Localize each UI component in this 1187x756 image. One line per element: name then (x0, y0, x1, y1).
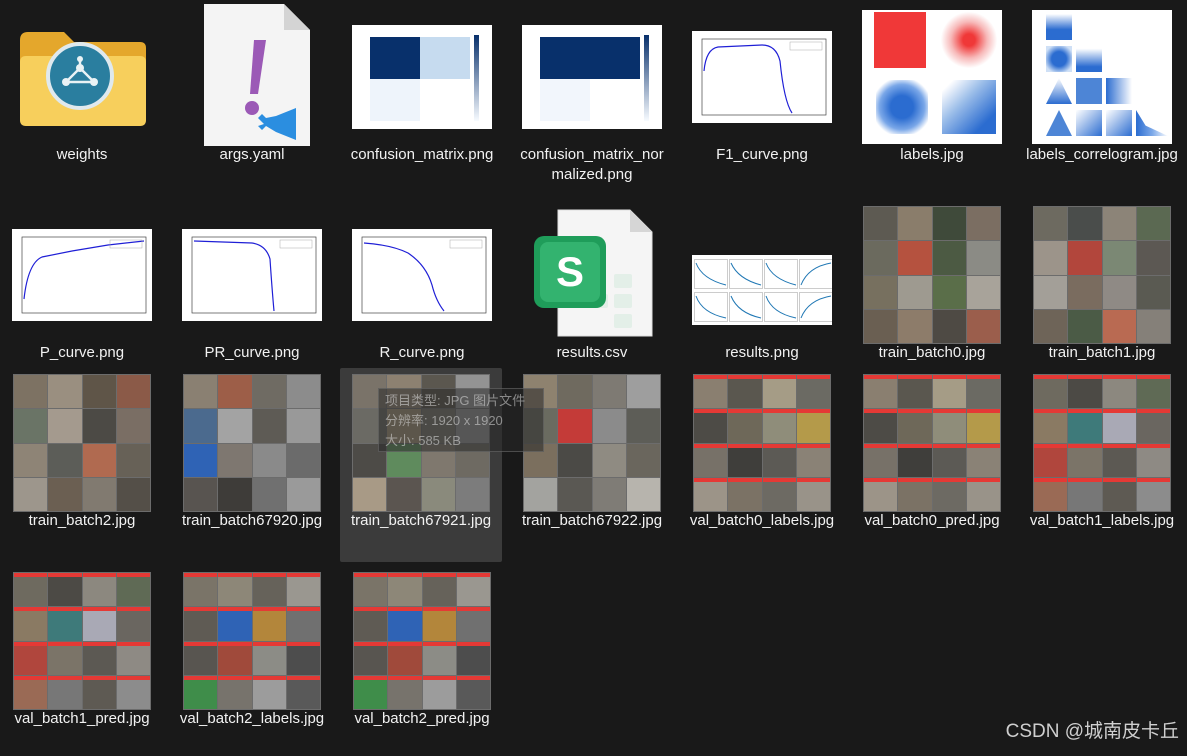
file-item-labels[interactable]: labels.jpg (854, 2, 1010, 192)
file-item-confusion-matrix[interactable]: confusion_matrix.png (344, 2, 500, 192)
watermark: CSDN @城南皮卡丘 (1005, 721, 1179, 742)
val-batch2-pred-thumbnail (344, 566, 500, 716)
file-item-r-curve[interactable]: R_curve.png (344, 200, 500, 390)
file-name: results.csv (556, 344, 628, 361)
spreadsheet-file-icon: S (514, 200, 670, 350)
file-item-val-batch1-pred[interactable]: val_batch1_pred.jpg (4, 566, 160, 756)
f1-curve-thumbnail (684, 2, 840, 152)
file-name: labels_correlogram.jpg (1026, 146, 1178, 163)
file-item-results-csv[interactable]: S results.csv (514, 200, 670, 390)
confusion-matrix-normalized-thumbnail (514, 2, 670, 152)
file-item-f1-curve[interactable]: F1_curve.png (684, 2, 840, 192)
file-name: val_batch0_pred.jpg (864, 512, 1000, 529)
file-name: train_batch2.jpg (28, 512, 136, 529)
file-name: P_curve.png (39, 344, 125, 361)
file-name: val_batch2_pred.jpg (354, 710, 490, 727)
labels-correlogram-thumbnail (1024, 2, 1180, 152)
file-item-results-png[interactable]: results.png (684, 200, 840, 390)
file-name: weights (56, 146, 108, 163)
val-batch0-labels-thumbnail (684, 368, 840, 518)
file-item-val-batch0-pred[interactable]: val_batch0_pred.jpg (854, 368, 1010, 558)
val-batch0-pred-thumbnail (854, 368, 1010, 518)
file-name: results.png (725, 344, 799, 361)
file-name: train_batch67920.jpg (181, 512, 323, 529)
file-name: R_curve.png (379, 344, 465, 361)
pr-curve-thumbnail (174, 200, 330, 350)
file-name: val_batch1_pred.jpg (14, 710, 150, 727)
tooltip-dimensions: 分辨率: 1920 x 1920 (385, 413, 503, 428)
svg-text:S: S (556, 248, 584, 295)
tooltip-size: 大小: 585 KB (385, 433, 461, 448)
val-batch1-labels-thumbnail (1024, 368, 1180, 518)
file-item-weights[interactable]: weights (4, 2, 160, 192)
file-info-tooltip: 项目类型: JPG 图片文件 分辨率: 1920 x 1920 大小: 585 … (378, 388, 544, 452)
file-name: train_batch67922.jpg (521, 512, 663, 529)
file-name: train_batch0.jpg (878, 344, 986, 361)
file-item-labels-correlogram[interactable]: labels_correlogram.jpg (1024, 2, 1180, 192)
file-name: args.yaml (219, 146, 285, 163)
file-name: train_batch67921.jpg (350, 512, 492, 529)
file-name: confusion_matrix.png (350, 146, 494, 163)
file-name: F1_curve.png (716, 146, 808, 163)
file-item-train-batch1[interactable]: train_batch1.jpg (1024, 200, 1180, 390)
file-name: val_batch1_labels.jpg (1029, 512, 1175, 529)
tooltip-type: 项目类型: JPG 图片文件 (385, 393, 526, 408)
train-batch2-thumbnail (4, 368, 160, 518)
file-name: train_batch1.jpg (1048, 344, 1156, 361)
file-item-val-batch2-labels[interactable]: val_batch2_labels.jpg (174, 566, 330, 756)
yaml-file-icon (174, 2, 330, 152)
train-batch0-thumbnail (854, 200, 1010, 350)
file-name: labels.jpg (900, 146, 964, 163)
file-name: confusion_matrix_normalized.png (520, 146, 664, 183)
file-item-val-batch2-pred[interactable]: val_batch2_pred.jpg (344, 566, 500, 756)
labels-thumbnail (854, 2, 1010, 152)
results-thumbnail (684, 200, 840, 350)
file-item-pr-curve[interactable]: PR_curve.png (174, 200, 330, 390)
val-batch2-labels-thumbnail (174, 566, 330, 716)
file-item-confusion-matrix-normalized[interactable]: confusion_matrix_normalized.png (514, 2, 670, 192)
file-item-val-batch0-labels[interactable]: val_batch0_labels.jpg (684, 368, 840, 558)
train-batch1-thumbnail (1024, 200, 1180, 350)
file-name: PR_curve.png (204, 344, 300, 361)
train-batch67920-thumbnail (174, 368, 330, 518)
folder-icon (4, 2, 160, 152)
file-item-val-batch1-labels[interactable]: val_batch1_labels.jpg (1024, 368, 1180, 558)
file-item-train-batch67920[interactable]: train_batch67920.jpg (174, 368, 330, 558)
confusion-matrix-thumbnail (344, 2, 500, 152)
r-curve-thumbnail (344, 200, 500, 350)
file-item-train-batch2[interactable]: train_batch2.jpg (4, 368, 160, 558)
file-name: val_batch2_labels.jpg (179, 710, 325, 727)
p-curve-thumbnail (4, 200, 160, 350)
file-name: val_batch0_labels.jpg (689, 512, 835, 529)
file-item-args-yaml[interactable]: args.yaml (174, 2, 330, 192)
file-item-train-batch0[interactable]: train_batch0.jpg (854, 200, 1010, 390)
file-item-p-curve[interactable]: P_curve.png (4, 200, 160, 390)
val-batch1-pred-thumbnail (4, 566, 160, 716)
